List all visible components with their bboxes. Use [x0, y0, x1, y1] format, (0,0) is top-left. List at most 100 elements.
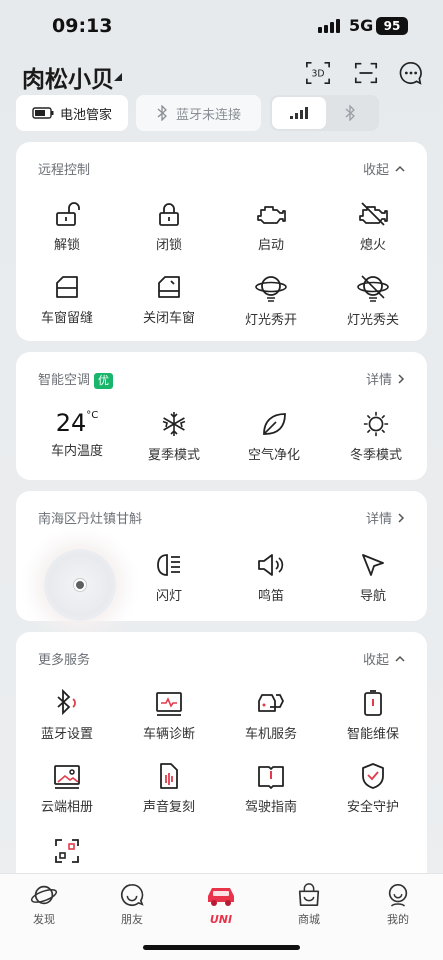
diagnosis-label: 车辆诊断: [142, 727, 195, 742]
diagnosis-button[interactable]: 车辆诊断: [118, 689, 220, 742]
tab-uni-label: UNI: [209, 913, 233, 926]
horn-icon: [258, 554, 284, 576]
driving-guide-label: 驾驶指南: [244, 800, 297, 815]
lock-label: 闭锁: [155, 238, 182, 253]
tab-discover[interactable]: 发现: [9, 882, 79, 927]
function-grid-icon: [55, 839, 79, 863]
climate-details-label: 详情: [365, 373, 392, 388]
car-switch-caret-icon[interactable]: [114, 73, 122, 81]
maintenance-button[interactable]: 智能维保: [322, 689, 424, 742]
album-button[interactable]: 云端相册: [16, 762, 118, 815]
location-details-link[interactable]: 详情: [366, 508, 405, 527]
remote-control-collapse[interactable]: 收起: [363, 159, 405, 178]
horn-button[interactable]: 鸣笛: [220, 551, 322, 604]
cellular-option[interactable]: [272, 97, 326, 129]
engine-off-icon: [359, 202, 388, 226]
bluetooth-status-label: 蓝牙未连接: [175, 107, 241, 123]
car-service-label: 车机服务: [244, 727, 297, 742]
cabin-temperature[interactable]: 24°C 车内温度: [26, 408, 128, 459]
temperature-unit: °C: [86, 410, 99, 421]
voice-clone-icon: [160, 763, 178, 789]
tab-mall[interactable]: 商城: [274, 882, 344, 927]
safety-guard-button[interactable]: 安全守护: [322, 762, 424, 815]
bluetooth-settings-button[interactable]: 蓝牙设置: [16, 689, 118, 742]
winter-mode-button[interactable]: 冬季模式: [325, 410, 427, 463]
bluetooth-status-chip[interactable]: 蓝牙未连接: [136, 95, 261, 131]
tab-friends-label: 朋友: [121, 913, 143, 926]
location-card: 南海区丹灶镇甘斛 详情 闪灯 鸣笛 导航: [16, 491, 427, 621]
more-services-collapse[interactable]: 收起: [363, 649, 405, 668]
headlight-icon: [157, 554, 180, 576]
bluetooth-settings-label: 蓝牙设置: [40, 727, 93, 742]
car-name[interactable]: 肉松小贝: [22, 60, 114, 94]
tab-discover-label: 发现: [33, 913, 55, 926]
network-type: 5G: [349, 16, 374, 35]
voice-clone-button[interactable]: 声音复刻: [118, 762, 220, 815]
album-icon: [54, 765, 80, 789]
tab-mall-label: 商城: [298, 913, 320, 926]
status-time: 09:13: [52, 15, 113, 37]
lock-button[interactable]: 闭锁: [118, 200, 220, 253]
scan-icon[interactable]: [353, 60, 379, 86]
header: 肉松小贝 3D: [0, 52, 443, 94]
voice-clone-label: 声音复刻: [142, 800, 195, 815]
planet-icon: [30, 885, 58, 905]
status-bar: 09:13 5G 95: [0, 0, 443, 52]
lightshow-off-label: 灯光秀关: [346, 313, 399, 328]
chevron-right-icon: [398, 512, 405, 523]
connection-toggle[interactable]: [270, 95, 379, 131]
window-vent-label: 车窗留缝: [40, 311, 93, 326]
climate-title: 智能空调优: [38, 369, 114, 389]
snowflake-icon: [162, 412, 186, 436]
safety-guard-label: 安全守护: [346, 800, 399, 815]
car-service-icon: [258, 694, 285, 712]
summer-mode-button[interactable]: 夏季模式: [123, 410, 225, 463]
location-title: 南海区丹灶镇甘斛: [38, 512, 143, 527]
tab-uni[interactable]: UNI: [186, 882, 256, 926]
window-vent-button[interactable]: 车窗留缝: [16, 273, 118, 326]
lightshow-off-button[interactable]: 灯光秀关: [322, 273, 424, 328]
maintenance-label: 智能维保: [346, 727, 399, 742]
climate-quality-badge: 优: [94, 373, 114, 389]
collapse-label: 收起: [362, 163, 389, 178]
climate-details-link[interactable]: 详情: [366, 369, 405, 388]
lightshow-off-icon: [357, 275, 389, 302]
location-details-label: 详情: [365, 512, 392, 527]
unlock-icon: [56, 202, 80, 226]
lightshow-on-button[interactable]: 灯光秀开: [220, 273, 322, 328]
car-location-map[interactable]: [44, 549, 116, 621]
navigation-button[interactable]: 导航: [322, 551, 424, 604]
engine-start-button[interactable]: 启动: [220, 200, 322, 253]
flash-lights-button[interactable]: 闪灯: [118, 551, 220, 604]
navigation-icon: [362, 554, 384, 576]
shopping-bag-icon: [298, 883, 320, 907]
horn-label: 鸣笛: [257, 589, 284, 604]
album-label: 云端相册: [40, 800, 93, 815]
bluetooth-option-icon[interactable]: [344, 105, 356, 121]
signal-icon: [318, 19, 340, 33]
svg-text:3D: 3D: [311, 69, 324, 80]
message-icon[interactable]: [398, 60, 424, 86]
tab-friends[interactable]: 朋友: [97, 882, 167, 927]
cellular-signal-icon: [290, 107, 308, 119]
flash-lights-label: 闪灯: [155, 589, 182, 604]
more-function-button[interactable]: [16, 837, 118, 865]
tab-profile[interactable]: 我的: [363, 882, 433, 927]
tab-profile-label: 我的: [387, 913, 409, 926]
car-service-button[interactable]: 车机服务: [220, 689, 322, 742]
3d-view-icon[interactable]: 3D: [305, 60, 331, 86]
window-close-button[interactable]: 关闭车窗: [118, 273, 220, 326]
shield-icon: [362, 763, 384, 789]
battery-manager-chip[interactable]: 电池管家: [16, 95, 128, 131]
chevron-up-icon: [395, 655, 405, 662]
profile-icon: [388, 883, 408, 907]
home-indicator[interactable]: [143, 945, 300, 950]
engine-off-button[interactable]: 熄火: [322, 200, 424, 253]
lock-icon: [159, 203, 179, 226]
bluetooth-icon: [157, 105, 167, 121]
sun-icon: [363, 411, 389, 437]
air-purify-button[interactable]: 空气净化: [223, 410, 325, 463]
driving-guide-button[interactable]: 驾驶指南: [220, 762, 322, 815]
climate-title-text: 智能空调: [38, 373, 91, 388]
unlock-button[interactable]: 解锁: [16, 200, 118, 253]
